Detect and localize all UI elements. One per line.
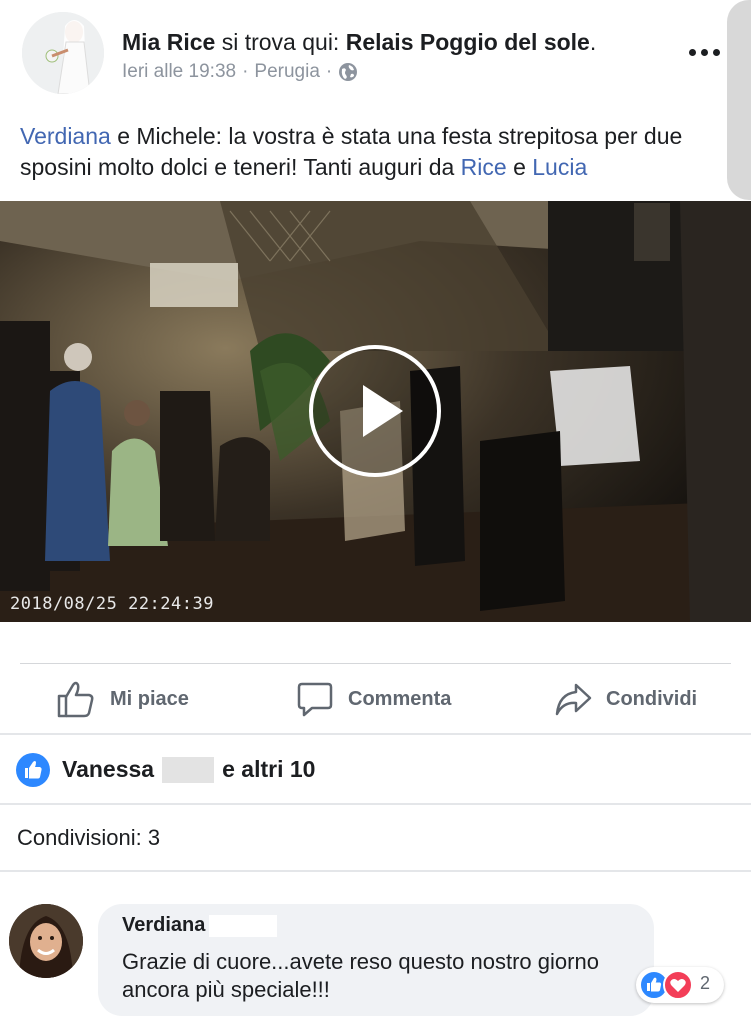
- post-text: Verdiana e Michele: la vostra è stata un…: [20, 121, 720, 183]
- separator: [0, 870, 751, 872]
- location-prefix: si trova qui:: [221, 29, 340, 55]
- love-reaction-icon: [663, 970, 693, 1000]
- divider: [20, 663, 731, 664]
- more-options-icon[interactable]: [684, 40, 724, 64]
- reactor-name[interactable]: Vanessa: [62, 756, 154, 783]
- author-avatar[interactable]: [22, 12, 104, 94]
- comment-label: Commenta: [348, 687, 452, 710]
- comment-author[interactable]: Verdiana: [122, 914, 205, 937]
- redacted-name: [162, 756, 215, 783]
- comment-button[interactable]: Commenta: [296, 666, 451, 732]
- video-timestamp: 2018/08/25 22:24:39: [10, 594, 214, 614]
- post-place[interactable]: Perugia: [254, 61, 320, 83]
- shares-count[interactable]: Condivisioni: 3: [17, 825, 160, 851]
- reactor-others[interactable]: e altri 10: [222, 756, 315, 783]
- like-button[interactable]: Mi piace: [56, 666, 189, 732]
- comment-text: Grazie di cuore...avete reso questo nost…: [122, 949, 599, 1002]
- post-meta: Ieri alle 19:38 · Perugia ·: [122, 61, 358, 83]
- thumbs-up-icon: [57, 681, 94, 718]
- meta-separator: ·: [242, 61, 249, 82]
- post-time[interactable]: Ieri alle 19:38: [122, 61, 236, 83]
- globe-icon: [338, 62, 358, 82]
- separator: [0, 733, 751, 735]
- comment-reaction-count: 2: [700, 973, 711, 993]
- author-name[interactable]: Mia Rice: [122, 29, 215, 55]
- redacted-surname: [209, 914, 278, 937]
- separator: [0, 803, 751, 805]
- reactions-summary[interactable]: Vanessa e altri 10: [62, 756, 315, 783]
- tagged-user-link[interactable]: Verdiana: [20, 123, 111, 149]
- comment-reactions[interactable]: 2: [636, 967, 724, 1003]
- comment-icon: [297, 682, 333, 717]
- share-button[interactable]: Condividi: [554, 666, 697, 732]
- comment-author-line: Verdiana: [122, 914, 278, 937]
- like-label: Mi piace: [110, 687, 189, 710]
- video-player[interactable]: 2018/08/25 22:24:39: [0, 201, 751, 622]
- post-header: Mia Rice si trova qui: Relais Poggio del…: [0, 0, 751, 110]
- meta-separator-2: ·: [325, 61, 333, 82]
- commenter-avatar[interactable]: [9, 904, 83, 978]
- share-icon: [555, 683, 592, 716]
- location-name[interactable]: Relais Poggio del sole: [346, 29, 590, 55]
- tagged-user-link[interactable]: Lucia: [532, 154, 587, 180]
- post-actions: Mi piace Commenta Condividi: [0, 666, 751, 732]
- post-text-segment: e: [506, 154, 533, 180]
- like-reaction-icon: [16, 753, 50, 787]
- play-icon[interactable]: [309, 345, 441, 477]
- location-suffix: .: [589, 29, 597, 55]
- share-label: Condividi: [606, 687, 698, 710]
- tagged-user-link[interactable]: Rice: [461, 154, 507, 180]
- author-location-line: Mia Rice si trova qui: Relais Poggio del…: [122, 29, 596, 56]
